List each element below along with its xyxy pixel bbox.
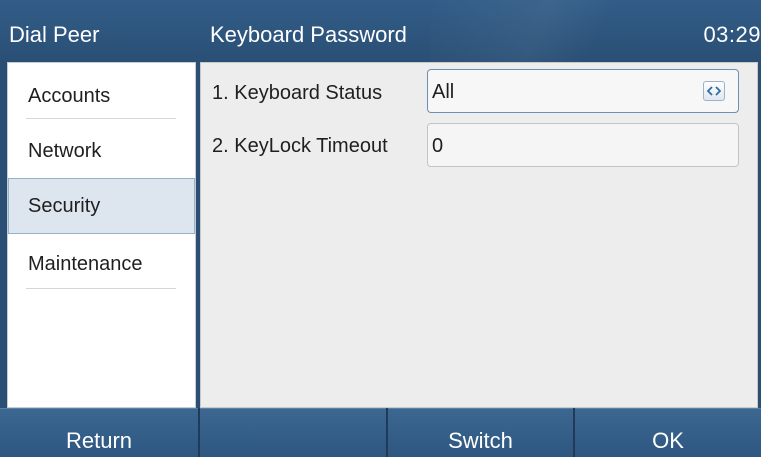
settings-panel: 1. Keyboard Status All 2. KeyLock Timeou… bbox=[200, 62, 758, 408]
sidebar-item-network[interactable]: Network bbox=[8, 123, 195, 179]
title-bar-sheen bbox=[430, 0, 710, 62]
title-bar: Dial Peer Keyboard Password 03:29 bbox=[0, 0, 761, 62]
previous-menu-title: Dial Peer bbox=[9, 22, 100, 47]
sidebar-item-accounts[interactable]: Accounts bbox=[8, 68, 195, 124]
page-title: Keyboard Password bbox=[210, 22, 407, 47]
switch-softkey[interactable]: Switch bbox=[388, 408, 573, 457]
keylock-timeout-label: 2. KeyLock Timeout bbox=[212, 135, 388, 157]
keylock-timeout-input[interactable]: 0 bbox=[427, 123, 739, 167]
keylock-timeout-value: 0 bbox=[432, 135, 444, 157]
left-right-arrows-icon[interactable] bbox=[703, 81, 725, 101]
sidebar-item-security[interactable]: Security bbox=[8, 178, 195, 234]
clock: 03:29 bbox=[703, 22, 761, 47]
phone-screen: Dial Peer Keyboard Password 03:29 Accoun… bbox=[0, 0, 761, 457]
sidebar-divider bbox=[26, 288, 176, 289]
return-softkey[interactable]: Return bbox=[0, 408, 198, 457]
settings-sidebar: Accounts Network Security Maintenance bbox=[7, 62, 196, 408]
keyboard-status-label: 1. Keyboard Status bbox=[212, 82, 383, 104]
keyboard-status-selector[interactable]: All bbox=[427, 69, 739, 113]
keyboard-status-value: All bbox=[432, 81, 455, 103]
sidebar-divider bbox=[26, 118, 176, 119]
ok-softkey[interactable]: OK bbox=[575, 408, 761, 457]
softkey-bar: Return Switch OK bbox=[0, 408, 761, 457]
empty-softkey[interactable] bbox=[200, 408, 386, 457]
sidebar-item-maintenance[interactable]: Maintenance bbox=[8, 236, 195, 292]
